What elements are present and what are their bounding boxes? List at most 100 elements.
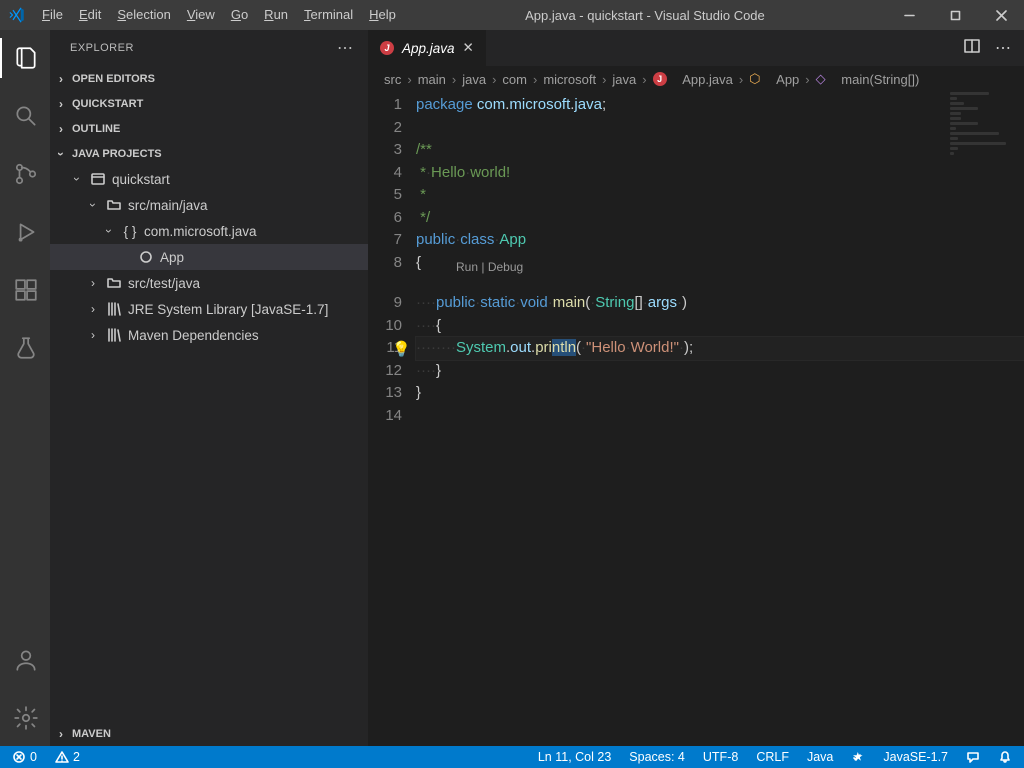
line-number: 3 bbox=[368, 139, 402, 162]
editor-tabs: J App.java ✕ ⋯ bbox=[368, 30, 1024, 66]
close-button[interactable] bbox=[978, 0, 1024, 30]
more-actions-icon[interactable]: ⋯ bbox=[995, 38, 1012, 58]
gutter: 1234567891011121314 bbox=[368, 92, 416, 746]
explorer-activity[interactable] bbox=[0, 38, 50, 78]
status-encoding[interactable]: UTF-8 bbox=[699, 750, 742, 764]
code-line[interactable]: ····public·static·void·main(·String[]·ar… bbox=[416, 292, 1024, 315]
sidebar-more-icon[interactable]: ⋯ bbox=[337, 38, 354, 58]
code-line[interactable]: } bbox=[416, 382, 1024, 405]
tab-close-icon[interactable]: ✕ bbox=[463, 40, 474, 56]
section-outline[interactable]: ›OUTLINE bbox=[50, 117, 368, 141]
code-line[interactable] bbox=[416, 117, 1024, 140]
code-line[interactable]: ····{ bbox=[416, 315, 1024, 338]
breadcrumb-part[interactable]: com bbox=[502, 72, 527, 87]
code-line[interactable]: 💡········System.out.println(·"Hello·Worl… bbox=[416, 337, 1024, 360]
tree-app[interactable]: App bbox=[50, 244, 368, 270]
codelens-debug[interactable]: Debug bbox=[488, 260, 523, 274]
breadcrumb-part[interactable]: java bbox=[462, 72, 486, 87]
section-java-projects[interactable]: ›JAVA PROJECTS bbox=[50, 142, 368, 166]
breadcrumb-file[interactable]: App.java bbox=[682, 72, 733, 87]
menu-view[interactable]: View bbox=[179, 0, 223, 30]
status-java-ready-icon[interactable] bbox=[847, 750, 869, 764]
code-line[interactable]: */ bbox=[416, 207, 1024, 230]
chevron-down-icon: › bbox=[86, 198, 100, 212]
code-line[interactable]: public·class·App bbox=[416, 229, 1024, 252]
line-number: 8 bbox=[368, 252, 402, 275]
section-open-editors[interactable]: ›OPEN EDITORS bbox=[50, 67, 368, 91]
code-line[interactable] bbox=[416, 405, 1024, 428]
status-lncol[interactable]: Ln 11, Col 23 bbox=[534, 750, 615, 764]
codelens-run[interactable]: Run bbox=[456, 260, 478, 274]
maximize-button[interactable] bbox=[932, 0, 978, 30]
window-controls bbox=[886, 0, 1024, 30]
settings-activity[interactable] bbox=[0, 698, 50, 738]
line-number: 14 bbox=[368, 405, 402, 428]
chevron-right-icon: › bbox=[54, 97, 68, 111]
class-icon: ⬡ bbox=[749, 71, 760, 87]
line-number: 5 bbox=[368, 184, 402, 207]
minimize-button[interactable] bbox=[886, 0, 932, 30]
tree-maven-deps[interactable]: ›Maven Dependencies bbox=[50, 322, 368, 348]
status-eol[interactable]: CRLF bbox=[752, 750, 793, 764]
minimap[interactable] bbox=[950, 92, 1020, 152]
menu-go[interactable]: Go bbox=[223, 0, 256, 30]
debug-activity[interactable] bbox=[0, 212, 50, 252]
code-editor[interactable]: 1234567891011121314 package com.microsof… bbox=[368, 92, 1024, 746]
section-quickstart[interactable]: ›QUICKSTART bbox=[50, 92, 368, 116]
breadcrumb[interactable]: src›main›java›com›microsoft›java›J App.j… bbox=[368, 66, 1024, 92]
status-jdk[interactable]: JavaSE-1.7 bbox=[879, 750, 952, 764]
accounts-activity[interactable] bbox=[0, 640, 50, 680]
menu-file[interactable]: FFileile bbox=[34, 0, 71, 30]
method-icon: ◇ bbox=[816, 71, 826, 87]
menu-edit[interactable]: Edit bbox=[71, 0, 109, 30]
tree-project[interactable]: ›quickstart bbox=[50, 166, 368, 192]
split-editor-icon[interactable] bbox=[963, 37, 981, 60]
codelens[interactable]: Run | Debug bbox=[456, 256, 523, 279]
status-warnings[interactable]: 2 bbox=[51, 750, 84, 764]
menu-terminal[interactable]: Terminal bbox=[296, 0, 361, 30]
tab-app-java[interactable]: J App.java ✕ bbox=[368, 30, 487, 66]
status-errors[interactable]: 0 bbox=[8, 750, 41, 764]
code-content[interactable]: package com.microsoft.java; /** *·Hello·w… bbox=[416, 92, 1024, 746]
breadcrumb-part[interactable]: src bbox=[384, 72, 401, 87]
menu-selection[interactable]: Selection bbox=[109, 0, 178, 30]
status-bell-icon[interactable] bbox=[994, 750, 1016, 764]
breadcrumb-part[interactable]: java bbox=[612, 72, 636, 87]
tree-src-test[interactable]: ›src/test/java bbox=[50, 270, 368, 296]
section-maven[interactable]: ›MAVEN bbox=[50, 722, 368, 746]
status-language[interactable]: Java bbox=[803, 750, 837, 764]
code-line[interactable]: package com.microsoft.java; bbox=[416, 94, 1024, 117]
titlebar: FFileile Edit Selection View Go Run Term… bbox=[0, 0, 1024, 30]
library-icon bbox=[106, 301, 122, 317]
tree-package[interactable]: ›{ }com.microsoft.java bbox=[50, 218, 368, 244]
breadcrumb-part[interactable]: main bbox=[418, 72, 446, 87]
status-spaces[interactable]: Spaces: 4 bbox=[625, 750, 689, 764]
menu-run[interactable]: Run bbox=[256, 0, 296, 30]
code-line[interactable]: ····} bbox=[416, 360, 1024, 383]
search-activity[interactable] bbox=[0, 96, 50, 136]
tree-jre[interactable]: ›JRE System Library [JavaSE-1.7] bbox=[50, 296, 368, 322]
code-line[interactable]: *·Hello·world! bbox=[416, 162, 1024, 185]
status-feedback-icon[interactable] bbox=[962, 750, 984, 764]
scm-activity[interactable] bbox=[0, 154, 50, 194]
sidebar-title: EXPLORER bbox=[70, 42, 134, 54]
library-icon bbox=[106, 327, 122, 343]
code-line[interactable]: * bbox=[416, 184, 1024, 207]
breadcrumb-method[interactable]: main(String[]) bbox=[841, 72, 919, 87]
testing-activity[interactable] bbox=[0, 328, 50, 368]
breadcrumb-class[interactable]: App bbox=[776, 72, 799, 87]
editor-actions: ⋯ bbox=[951, 30, 1024, 66]
java-projects-tree: ›quickstart ›src/main/java ›{ }com.micro… bbox=[50, 166, 368, 348]
lightbulb-icon[interactable]: 💡 bbox=[392, 339, 411, 362]
breadcrumb-part[interactable]: microsoft bbox=[543, 72, 596, 87]
extensions-activity[interactable] bbox=[0, 270, 50, 310]
code-line[interactable]: /** bbox=[416, 139, 1024, 162]
line-number: 13 bbox=[368, 382, 402, 405]
folder-icon bbox=[106, 197, 122, 213]
line-number: 1 bbox=[368, 94, 402, 117]
menu-help[interactable]: Help bbox=[361, 0, 404, 30]
editor-group: J App.java ✕ ⋯ src›main›java›com›microso… bbox=[368, 30, 1024, 746]
chevron-right-icon: › bbox=[492, 72, 496, 87]
class-icon bbox=[138, 250, 154, 264]
tree-src-main[interactable]: ›src/main/java bbox=[50, 192, 368, 218]
